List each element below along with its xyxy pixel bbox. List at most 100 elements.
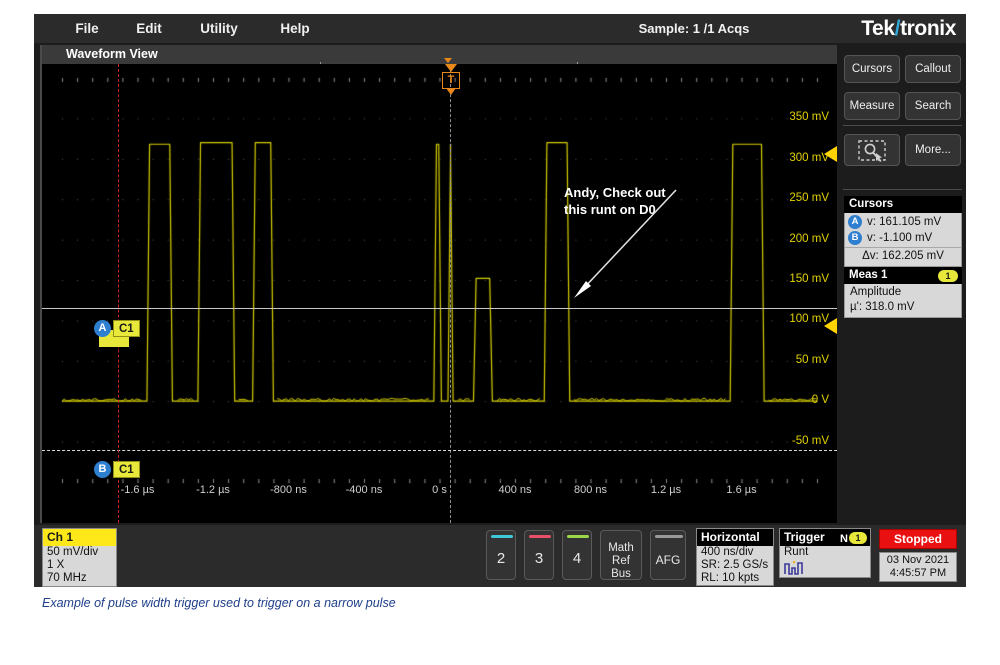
channel-3-button[interactable]: 3 [524,530,554,580]
menu-item-help[interactable]: Help [272,14,318,43]
math-ref-bus-button[interactable]: Math Ref Bus [600,530,642,580]
menu-item-file[interactable]: File [64,14,110,43]
trigger-position-line [450,64,451,523]
time-text: 4:45:57 PM [880,567,956,580]
horizontal-title: Horizontal [697,529,773,546]
channel-1-title: Ch 1 [43,529,116,546]
trigger-source-badge: 1 [849,532,867,544]
cursors-readout-title: Cursors [844,196,962,213]
channel-4-label: 4 [563,550,591,567]
search-button[interactable]: Search [905,92,961,120]
channel-2-button[interactable]: 2 [486,530,516,580]
afg-button[interactable]: AFG [650,530,686,580]
measurement-1-readout[interactable]: Meas 1 1 Amplitude µ': 318.0 mV [844,267,962,318]
channel-3-color-bar [529,535,551,538]
logo-text-1: Tek [861,17,894,40]
callout-arrow-icon [564,186,684,301]
x-axis-tick-label: 1.6 µs [726,484,756,496]
y-axis-tick-label: 50 mV [796,354,829,366]
channel-3-label: 3 [525,550,553,567]
y-axis-tick-label: 350 mV [789,111,829,123]
meas-type: Amplitude [845,285,961,300]
cursor-vertical-line[interactable] [118,64,119,523]
graticule[interactable]: T 350 mV 300 mV 250 mV 200 mV 150 mV 100 mV 50… [42,64,837,523]
meas-title-text: Meas 1 [849,269,887,281]
callout-annotation[interactable]: Andy, Check out this runt on D0 [564,167,666,235]
channel-1-level-arrow[interactable] [824,146,837,162]
trigger-marker-label: T [442,72,460,89]
x-axis-tick-label: -400 ns [346,484,383,496]
channel-1-badge[interactable]: Ch 1 50 mV/div 1 X 70 MHz [42,528,117,587]
channel-4-color-bar [567,535,589,538]
menu-item-edit[interactable]: Edit [126,14,172,43]
horizontal-sample-rate: SR: 2.5 GS/s [697,559,773,572]
runt-trigger-icon [784,560,806,576]
trigger-settings: Runt [780,546,870,577]
meas-readout-title: Meas 1 1 [844,267,962,284]
oscilloscope-window: File Edit Utility Help Sample: 1 /1 Acqs… [34,14,966,587]
math-ref-bus-label: Math Ref Bus [601,542,641,581]
cursor-a-letter: A [94,320,111,337]
menu-bar: File Edit Utility Help Sample: 1 /1 Acqs… [34,14,966,43]
trigger-level-marker[interactable]: T [442,64,460,98]
waveform-view-title: Waveform View [66,45,158,64]
cursor-a-channel-label: C1 [113,320,140,337]
waveform-view-panel: Waveform View T T 350 [40,45,835,523]
cursors-button[interactable]: Cursors [844,55,900,83]
x-axis-tick-label: 0 s [432,484,447,496]
overview-trigger-arrow-icon [444,58,452,63]
tektronix-logo: Tek/tronix [861,15,956,42]
cursor-b-value: v: -1.100 mV [867,232,932,244]
cursor-a-value: v: 161.105 mV [867,216,941,228]
datetime-display: 03 Nov 2021 4:45:57 PM [879,552,957,582]
cursor-a-row: A v: 161.105 mV [845,214,961,230]
cursor-b-letter: B [94,461,111,478]
x-axis-tick-label: 400 ns [498,484,531,496]
logo-text-2: tronix [900,17,956,40]
panel-divider [843,125,962,126]
measure-button[interactable]: Measure [844,92,900,120]
x-axis-tick-label: 800 ns [574,484,607,496]
y-axis-tick-label: -50 mV [792,435,829,447]
trigger-readout[interactable]: Trigger N 1 Runt [779,528,871,578]
bottom-settings-bar: Ch 1 50 mV/div 1 X 70 MHz 2 3 4 Math Ref… [34,525,966,587]
cursor-b-row: B v: -1.100 mV [845,230,961,246]
trigger-level-arrow[interactable] [824,318,837,334]
channel-2-label: 2 [487,550,515,567]
cursors-readout-body: A v: 161.105 mV B v: -1.100 mV Δv: 162.2… [844,213,962,267]
x-axis-tick-label: -1.6 µs [121,484,155,496]
channel-4-button[interactable]: 4 [562,530,592,580]
panel-divider [843,189,962,190]
cursor-b-dot: B [848,231,862,245]
horizontal-record-length: RL: 10 kpts [697,572,773,585]
cursors-readout[interactable]: Cursors A v: 161.105 mV B v: -1.100 mV Δ… [844,196,962,267]
menu-item-utility[interactable]: Utility [186,14,252,43]
meas-value: µ': 318.0 mV [845,300,961,315]
run-status-button[interactable]: Stopped [879,529,957,549]
trigger-type: Runt [780,546,870,559]
y-axis-tick-label: 0 V [812,394,829,406]
y-axis-tick-label: 150 mV [789,273,829,285]
date-text: 03 Nov 2021 [880,554,956,567]
right-side-panel: Cursors Callout Measure Search More... C… [839,45,966,523]
trigger-title-text: Trigger [784,530,825,544]
x-axis-tick-label: 1.2 µs [651,484,681,496]
cursor-delta-value: Δv: 162.205 mV [845,247,961,264]
channel-1-attenuation: 1 X [43,559,116,572]
more-button[interactable]: More... [905,134,961,166]
y-axis-tick-label: 200 mV [789,233,829,245]
cursor-b-line[interactable] [42,450,837,451]
cursor-a-dot: A [848,215,862,229]
callout-button[interactable]: Callout [905,55,961,83]
meas-source-badge: 1 [938,270,958,282]
trigger-tail-icon [446,88,456,95]
channel-1-scale: 50 mV/div [43,546,116,559]
horizontal-axis-labels: -1.6 µs -1.2 µs -800 ns -400 ns 0 s 400 ns 800… [42,484,837,504]
cursor-b-channel-label: C1 [113,461,140,478]
horizontal-scale: 400 ns/div [697,546,773,559]
horizontal-settings: 400 ns/div SR: 2.5 GS/s RL: 10 kpts [697,546,773,585]
horizontal-readout[interactable]: Horizontal 400 ns/div SR: 2.5 GS/s RL: 1… [696,528,774,586]
cursor-a-line[interactable] [42,308,837,309]
x-axis-tick-label: -1.2 µs [196,484,230,496]
zoom-area-icon[interactable] [844,134,900,166]
